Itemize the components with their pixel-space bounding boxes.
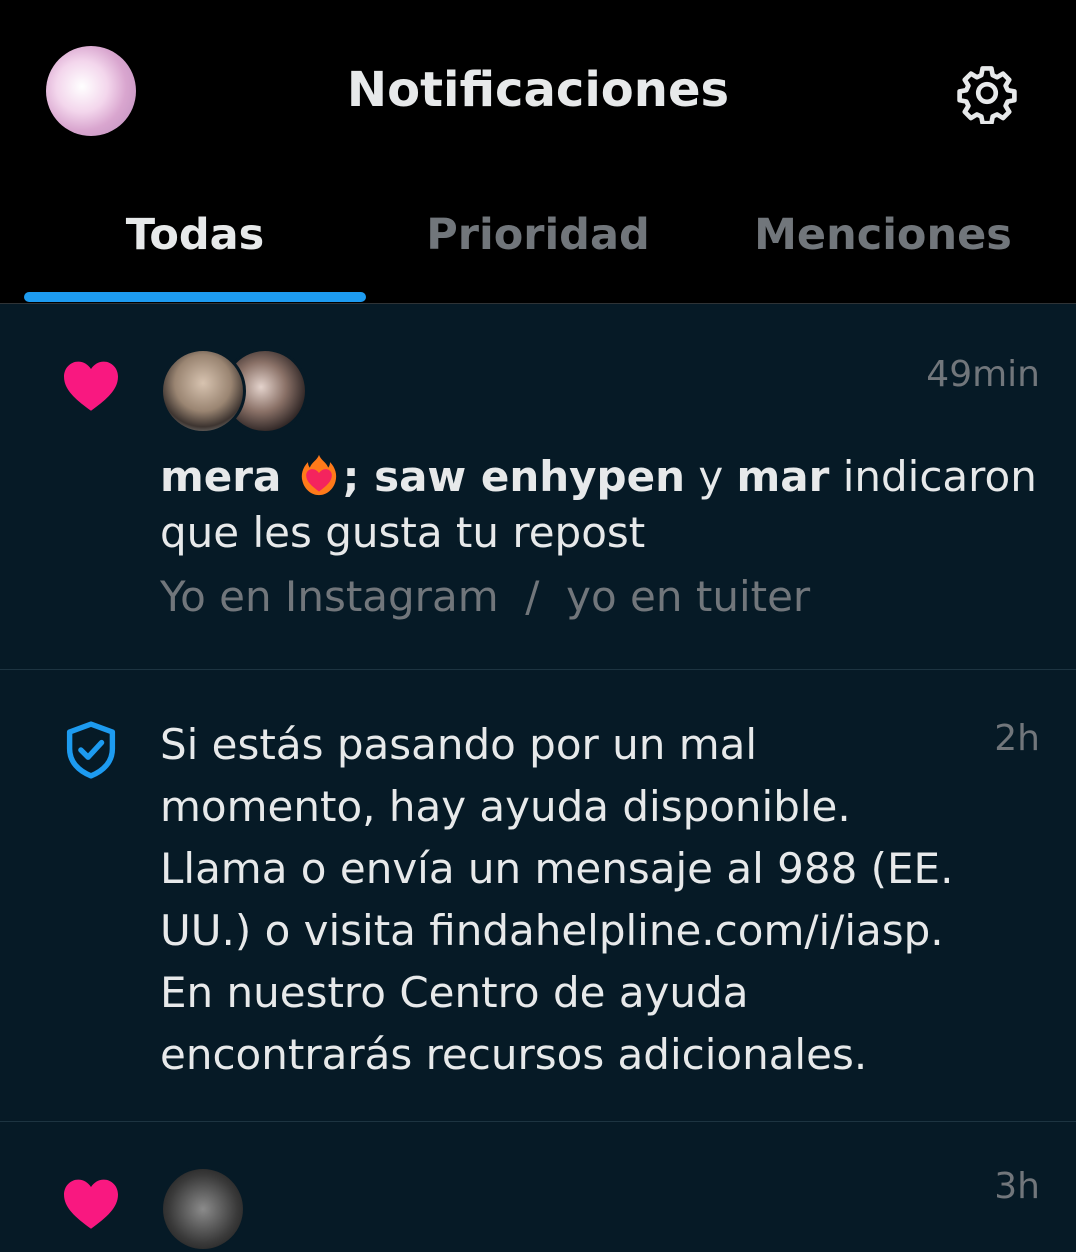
tab-prioridad[interactable]: Prioridad [366, 210, 710, 260]
tab-menciones[interactable]: Menciones [710, 210, 1056, 260]
timestamp: 49min [926, 354, 1040, 395]
heart-icon [64, 1179, 118, 1229]
top-bar: Notificaciones [0, 0, 1076, 180]
user-name[interactable]: mar [737, 452, 830, 501]
help-message: Si estás pasando por un mal momento, hay… [160, 720, 954, 1079]
tab-bar: Todas Prioridad Menciones [0, 180, 1076, 304]
user-name[interactable]: mera [160, 452, 281, 501]
post-preview: Yo en Instagram / yo en tuiter [160, 572, 811, 621]
heart-on-fire-icon [301, 454, 336, 496]
joiner-text: y [684, 452, 737, 501]
tab-todas[interactable]: Todas [24, 210, 366, 260]
heart-icon [64, 361, 118, 411]
user-name[interactable]: saw enhypen [374, 452, 685, 501]
gear-icon[interactable] [956, 62, 1018, 124]
timestamp: 3h [994, 1166, 1040, 1207]
timestamp: 2h [994, 718, 1040, 759]
shield-check-icon [66, 721, 116, 779]
avatar[interactable] [160, 348, 246, 434]
notification-item-like[interactable]: 49min mera ; saw enhypen y mar indicaron… [0, 304, 1076, 670]
page-title: Notificaciones [346, 62, 730, 118]
separator: ; [342, 452, 375, 501]
notification-text: mera ; saw enhypen y mar indicaron que l… [160, 449, 1040, 561]
avatar[interactable] [160, 1166, 246, 1252]
notification-item-safety[interactable]: 2h Si estás pasando por un mal momento, … [0, 670, 1076, 1122]
notification-item-like[interactable]: 3h [0, 1122, 1076, 1252]
active-tab-indicator [24, 292, 366, 302]
